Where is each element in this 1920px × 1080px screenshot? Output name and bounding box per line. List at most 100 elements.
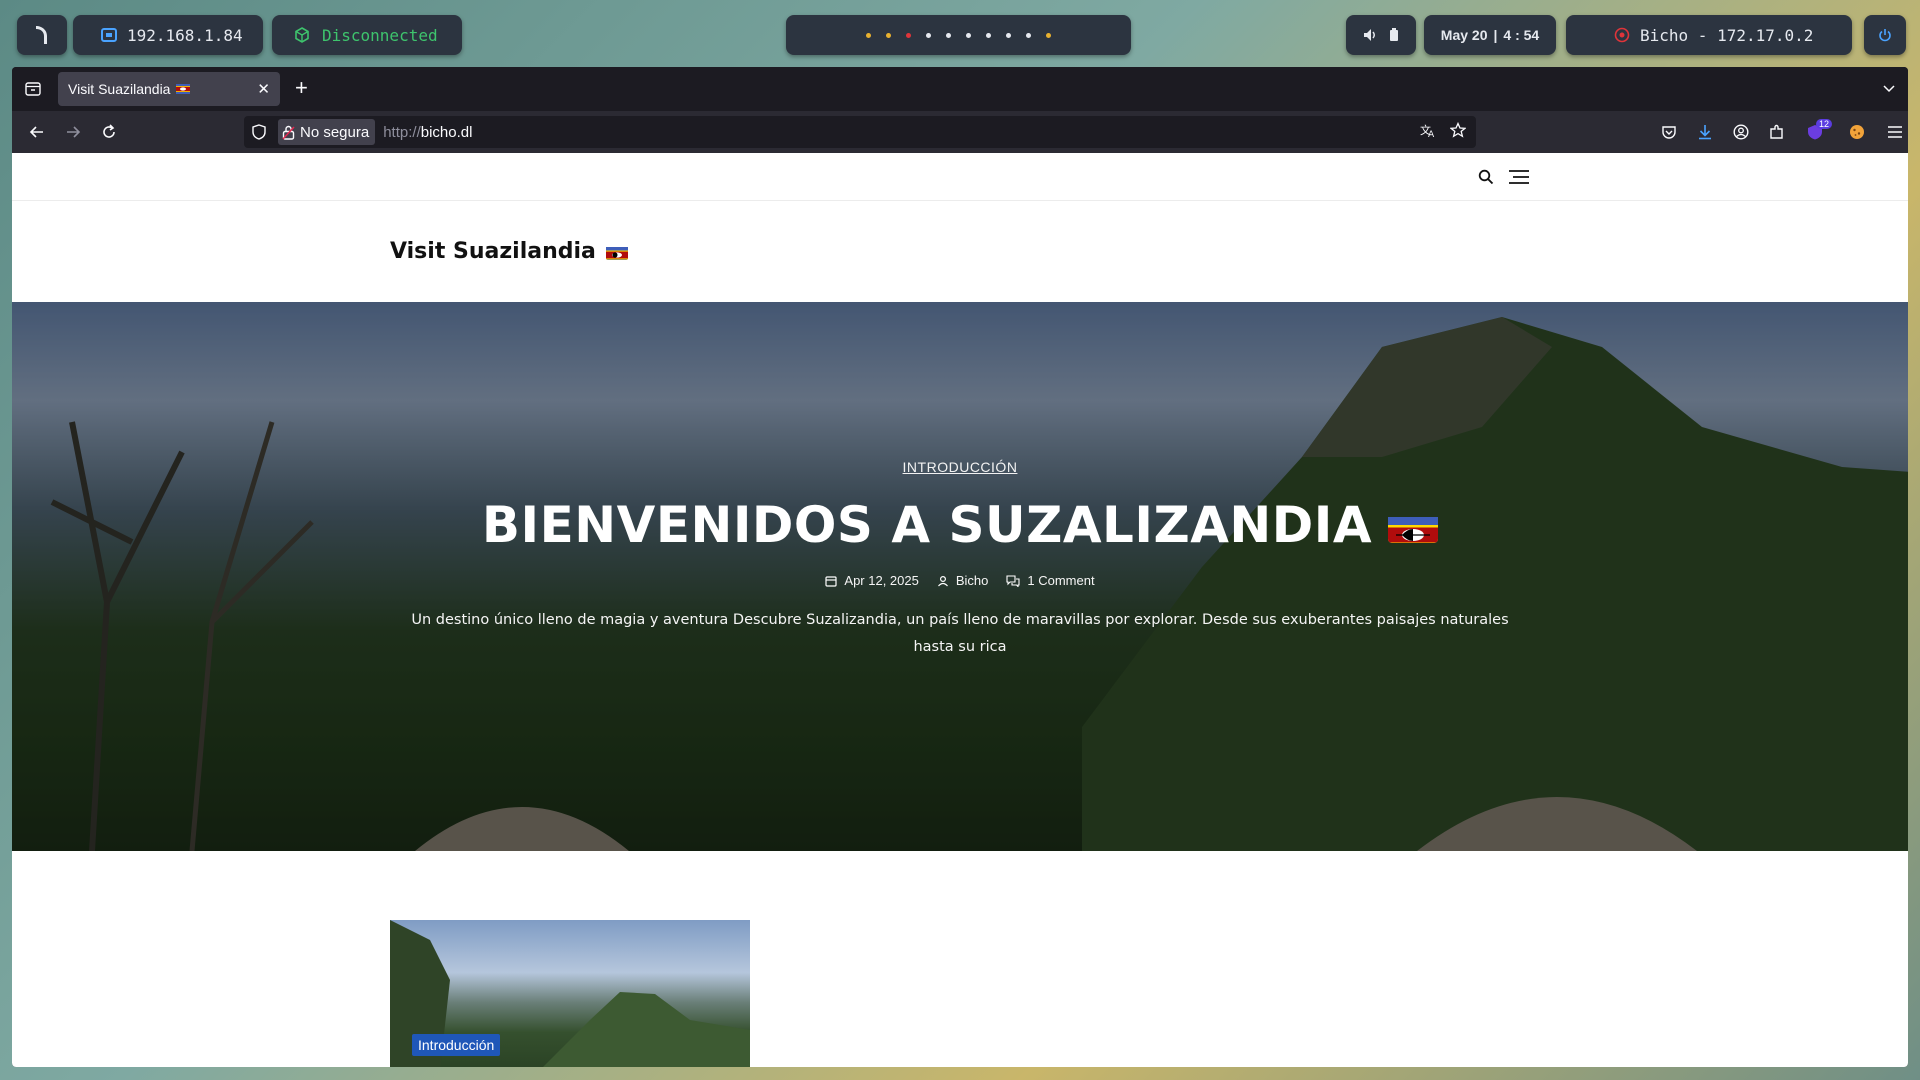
target-text: Bicho - 172.17.0.2 <box>1640 25 1814 45</box>
battery-icon <box>1390 28 1398 41</box>
vpn-indicator[interactable]: Disconnected <box>272 15 462 55</box>
tracking-protection-icon[interactable] <box>252 124 266 140</box>
post-comments-text[interactable]: 1 Comment <box>1027 573 1094 588</box>
hero-banner: INTRODUCCIÓN BIENVENIDOS A SUZALIZANDIA … <box>12 302 1908 851</box>
browser-window: Visit Suazilandia ✕ + No segura http://b… <box>12 67 1908 1067</box>
calendar-icon <box>825 575 838 587</box>
post-date-text[interactable]: Apr 12, 2025 <box>844 573 918 588</box>
workspace-dot[interactable] <box>946 32 951 38</box>
workspace-dot[interactable] <box>1006 32 1011 38</box>
pocket-button[interactable] <box>1658 121 1680 143</box>
post-category-badge[interactable]: Introducción <box>412 1034 501 1056</box>
svg-text:A: A <box>1428 130 1435 138</box>
workspace-dot[interactable] <box>926 32 931 38</box>
site-brand[interactable]: Visit Suazilandia <box>390 239 628 264</box>
workspace-dot[interactable] <box>906 32 911 38</box>
os-menu-button[interactable] <box>17 15 67 55</box>
target-indicator[interactable]: Bicho - 172.17.0.2 <box>1566 15 1852 55</box>
eswatini-flag-icon <box>176 84 191 94</box>
cookie-icon <box>1850 125 1864 139</box>
insecure-label: No segura <box>300 123 370 141</box>
web-page: Visit Suazilandia INTRODUCCIÓN BIENVENID… <box>12 153 1908 1067</box>
workspace-dot[interactable] <box>886 32 891 38</box>
post-author[interactable]: Bicho <box>937 573 989 588</box>
power-button[interactable] <box>1864 15 1906 55</box>
back-button[interactable] <box>26 121 48 143</box>
list-all-tabs-button[interactable] <box>1882 81 1896 99</box>
workspace-dot[interactable] <box>1046 32 1051 38</box>
reload-button[interactable] <box>98 121 120 143</box>
ip-address: 192.168.1.84 <box>127 25 243 45</box>
extensions-button[interactable] <box>1766 121 1788 143</box>
workspace-dot[interactable] <box>966 32 971 38</box>
hamburger-menu-icon <box>1888 126 1902 138</box>
ublock-extension-button[interactable]: 12 <box>1804 119 1833 143</box>
pocket-icon <box>1662 126 1676 139</box>
workspace-dot[interactable] <box>866 32 871 38</box>
hamburger-menu-icon <box>1509 170 1529 184</box>
bookmark-star-icon[interactable] <box>1450 122 1466 138</box>
url-host: bicho.dl <box>420 123 473 141</box>
post-meta: Apr 12, 2025 Bicho 1 Comment <box>12 573 1908 588</box>
hero-category-link[interactable]: INTRODUCCIÓN <box>12 459 1908 475</box>
tab-close-icon[interactable]: ✕ <box>257 80 270 98</box>
insecure-connection-badge[interactable]: No segura <box>278 119 376 145</box>
comments-icon <box>1006 574 1020 587</box>
url-text[interactable]: http://bicho.dl <box>383 124 472 141</box>
volume-icon[interactable] <box>1363 28 1377 42</box>
navigation-toolbar: No segura http://bicho.dl 文A 12 <box>12 111 1908 153</box>
vpn-cube-icon <box>295 27 309 43</box>
parrot-logo-icon <box>36 26 47 44</box>
site-menu-button[interactable] <box>1508 169 1530 190</box>
hero-title-text[interactable]: BIENVENIDOS A SUZALIZANDIA <box>482 496 1372 554</box>
chevron-down-icon <box>1883 85 1895 93</box>
firefox-view-button[interactable] <box>20 77 46 101</box>
eswatini-flag-icon <box>605 244 628 260</box>
post-card-thumbnail[interactable]: Introducción <box>390 920 750 1067</box>
reload-icon <box>103 124 115 138</box>
puzzle-icon <box>1770 124 1783 139</box>
url-protocol: http:// <box>383 123 421 141</box>
network-icon <box>101 28 117 42</box>
hero-title[interactable]: BIENVENIDOS A SUZALIZANDIA <box>12 496 1908 554</box>
cookie-extension-button[interactable] <box>1846 121 1868 143</box>
insecure-lock-icon <box>282 125 295 140</box>
workspace-dot[interactable] <box>1026 32 1031 38</box>
workspace-switcher[interactable] <box>786 15 1131 55</box>
hero-excerpt: Un destino único lleno de magia y aventu… <box>411 612 1509 655</box>
site-search-button[interactable] <box>1478 169 1494 190</box>
account-button[interactable] <box>1730 121 1752 143</box>
forward-button[interactable] <box>62 121 84 143</box>
eswatini-flag-icon <box>1388 507 1439 543</box>
firefox-view-icon <box>25 82 41 96</box>
downloads-button[interactable] <box>1694 121 1716 143</box>
account-icon <box>1733 124 1749 140</box>
tab-strip: Visit Suazilandia ✕ + <box>12 67 1908 111</box>
vpn-status: Disconnected <box>322 25 438 45</box>
ip-indicator[interactable]: 192.168.1.84 <box>73 15 263 55</box>
search-icon <box>1478 169 1494 185</box>
power-icon <box>1879 29 1891 42</box>
extension-badge: 12 <box>1816 119 1833 129</box>
clock[interactable]: May 20 | 4 : 54 <box>1424 15 1556 55</box>
post-date[interactable]: Apr 12, 2025 <box>825 573 919 588</box>
tab-title: Visit Suazilandia <box>68 81 171 97</box>
site-header <box>12 153 1908 201</box>
date-text: May 20 <box>1440 27 1488 43</box>
tab-visit-suazilandia[interactable]: Visit Suazilandia ✕ <box>58 72 280 106</box>
app-menu-button[interactable] <box>1884 121 1906 143</box>
workspace-dot[interactable] <box>986 32 991 38</box>
site-title[interactable]: Visit Suazilandia <box>390 239 596 264</box>
target-icon <box>1614 27 1630 43</box>
url-bar[interactable]: No segura http://bicho.dl 文A <box>244 116 1476 148</box>
user-icon <box>937 575 948 586</box>
arrow-right-icon <box>67 126 81 138</box>
translate-icon[interactable]: 文A <box>1420 122 1436 138</box>
post-comments[interactable]: 1 Comment <box>1006 573 1095 588</box>
system-bar: 192.168.1.84 Disconnected May 20 | 4 : 5… <box>0 0 1920 66</box>
url-bar-actions: 文A <box>1420 122 1466 138</box>
arrow-left-icon <box>29 126 43 138</box>
new-tab-button[interactable]: + <box>295 77 308 99</box>
post-author-text[interactable]: Bicho <box>956 573 989 588</box>
audio-battery-group[interactable] <box>1346 15 1416 55</box>
